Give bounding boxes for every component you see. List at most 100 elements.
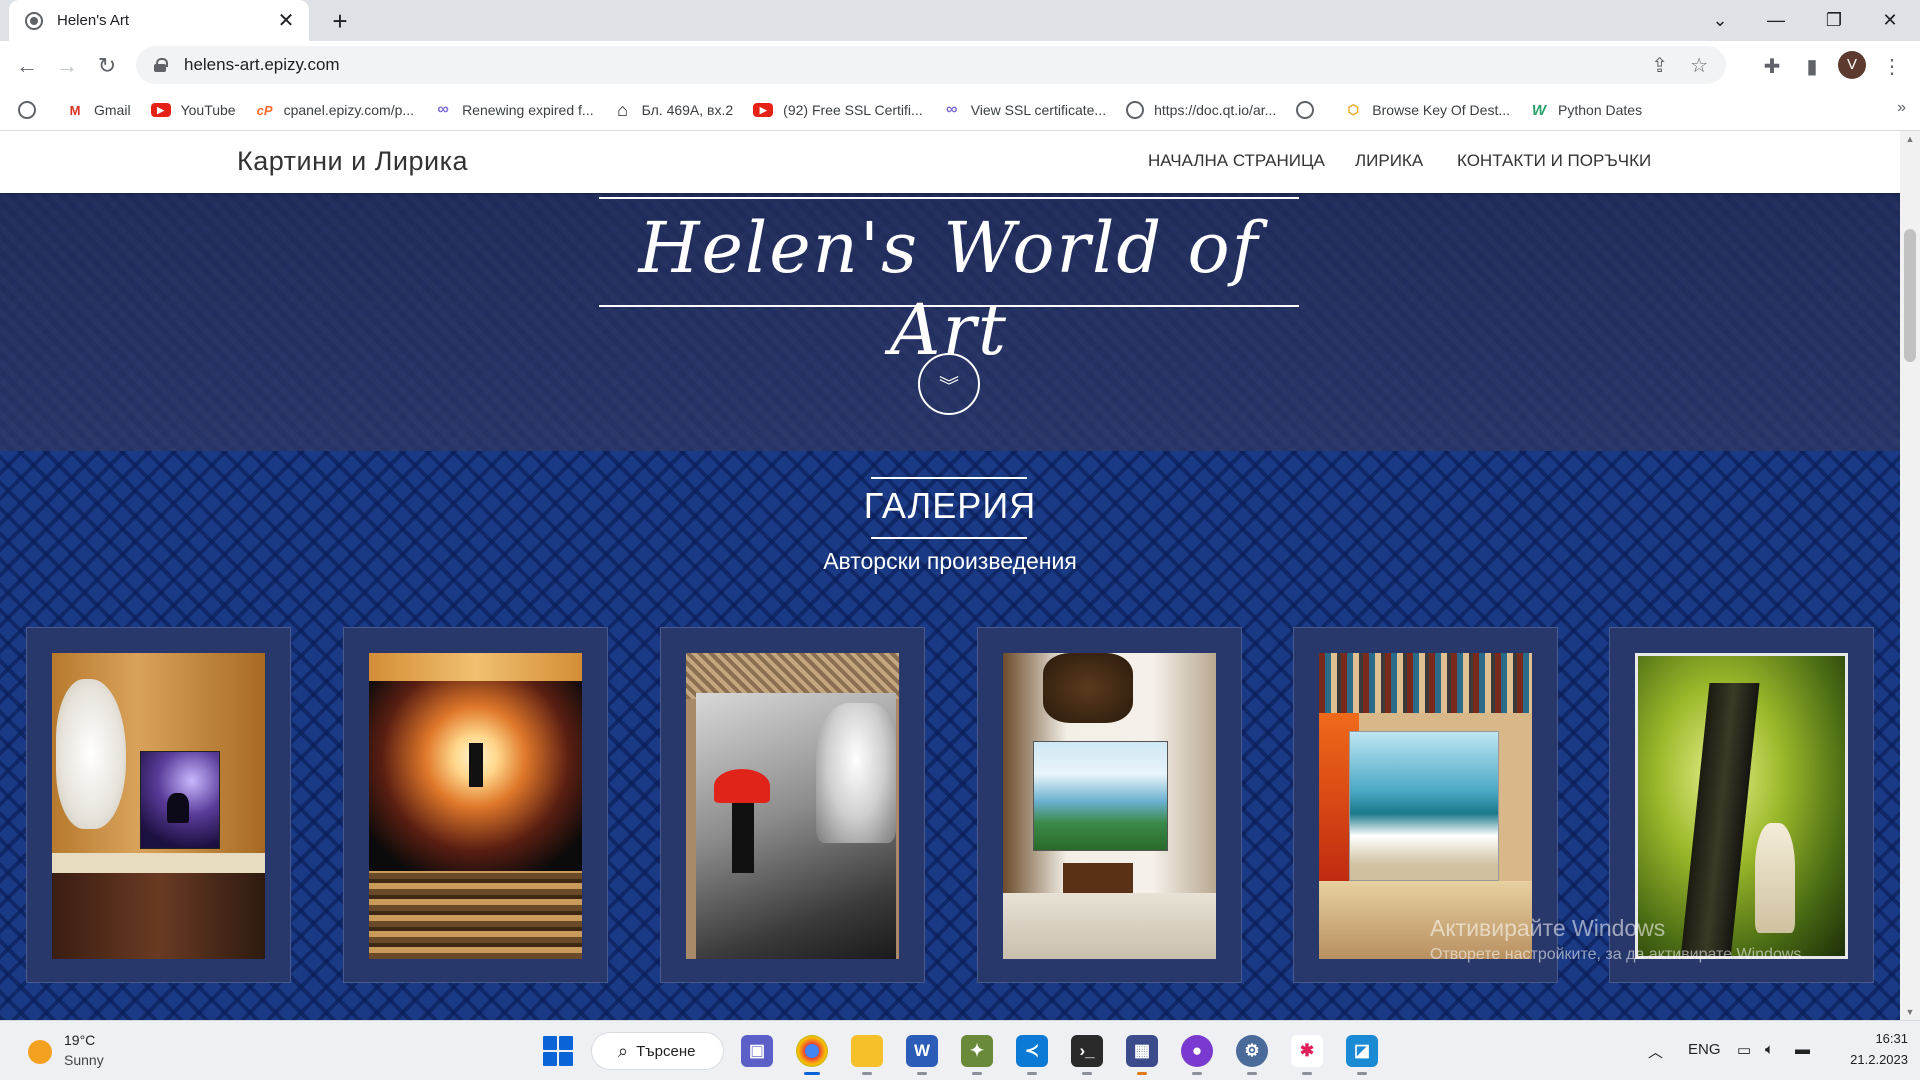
side-panel-icon[interactable]: ▮	[1795, 49, 1829, 83]
site-navbar: Картини и Лирика НАЧАЛНА СТРАНИЦА ЛИРИКА…	[0, 131, 1900, 193]
activation-title: Активирайте Windows	[1430, 915, 1666, 941]
cpanel-icon: cP	[256, 102, 273, 118]
nav-link-lyrics[interactable]: ЛИРИКА	[1355, 151, 1423, 171]
bookmark-python-dates[interactable]: W Python Dates	[1530, 101, 1642, 119]
page-scrollbar[interactable]: ▲ ▼	[1900, 131, 1920, 1020]
nav-link-contacts[interactable]: КОНТАКТИ И ПОРЪЧКИ	[1457, 151, 1651, 171]
teams-chat-icon[interactable]: ▣	[741, 1035, 773, 1067]
bookmark-home[interactable]: ⌂ Бл. 469А, вх.2	[614, 99, 733, 120]
gallery-card[interactable]	[26, 627, 291, 983]
youtube-icon: ▶	[150, 103, 171, 117]
gallery-photo-wave[interactable]	[1319, 653, 1532, 959]
start-button[interactable]	[543, 1036, 573, 1066]
gallery-photo-tree[interactable]	[1635, 653, 1848, 959]
vscode-icon[interactable]: ≺	[1016, 1035, 1048, 1075]
browser-tab[interactable]: Helen's Art ✕	[9, 0, 309, 41]
tab-search-button[interactable]: ⌄	[1692, 0, 1748, 41]
chrome-icon[interactable]	[796, 1035, 828, 1075]
taskbar-search[interactable]: ⌕ Търсене	[591, 1032, 724, 1070]
hero-title: Helen's World of Art	[638, 207, 1260, 371]
scroll-down-arrow[interactable]: ▼	[1900, 1004, 1920, 1020]
more-bookmarks-button[interactable]: »	[1897, 99, 1906, 117]
github-icon[interactable]: ●	[1181, 1035, 1213, 1075]
globe-icon	[1296, 101, 1315, 119]
scrollbar-thumb[interactable]	[1904, 229, 1916, 362]
address-bar[interactable]: helens-art.epizy.com ⇪ ☆	[136, 46, 1726, 84]
bookmark-browse-key[interactable]: ⬡ Browse Key Of Dest...	[1344, 101, 1510, 119]
gallery-card[interactable]	[660, 627, 925, 983]
language-indicator[interactable]: ENG	[1688, 1041, 1721, 1058]
home-icon: ⌂	[617, 99, 629, 120]
battery-icon[interactable]: ▬	[1795, 1041, 1810, 1058]
gallery-card[interactable]	[343, 627, 608, 983]
restore-button[interactable]: ❐	[1806, 0, 1862, 41]
globe-icon	[1126, 101, 1145, 119]
bookmark-item[interactable]	[18, 101, 46, 119]
bookmark-view-ssl[interactable]: ∞ View SSL certificate...	[943, 101, 1106, 119]
gallery-photo-lake[interactable]	[1003, 653, 1216, 959]
bookmarks-bar: M Gmail ▶ YouTube cP cpanel.epizy.com/p... …	[0, 90, 1920, 131]
w-icon: W	[1531, 101, 1547, 119]
gallery-top-rule	[871, 477, 1027, 479]
word-icon[interactable]: W	[906, 1035, 938, 1075]
weather-temperature[interactable]: 19°C	[64, 1032, 95, 1048]
bookmark-qt-docs[interactable]: https://doc.qt.io/ar...	[1126, 101, 1276, 119]
youtube-icon: ▶	[753, 103, 774, 117]
chevron-up-icon[interactable]: ︿	[1648, 1041, 1663, 1062]
activation-subtitle: Отворете настройките, за да активирате W…	[1430, 946, 1806, 963]
bookmark-youtube[interactable]: ▶ YouTube	[150, 102, 236, 118]
gallery-title: ГАЛЕРИЯ	[863, 485, 1037, 526]
scroll-down-button[interactable]: ︾	[918, 353, 980, 415]
photos-icon[interactable]: ◪	[1346, 1035, 1378, 1075]
network-icon[interactable]: ▭	[1737, 1041, 1751, 1059]
bookmark-ssl-video[interactable]: ▶ (92) Free SSL Certifi...	[753, 102, 923, 118]
extensions-icon[interactable]: ✚	[1755, 49, 1789, 83]
bookmark-star-icon[interactable]: ☆	[1690, 53, 1708, 78]
back-button[interactable]: ←	[10, 49, 44, 83]
bookmark-gmail[interactable]: M Gmail	[66, 101, 131, 119]
gallery-photo-wolf[interactable]	[52, 653, 265, 959]
profile-avatar[interactable]: V	[1838, 51, 1866, 79]
lock-icon[interactable]	[154, 58, 168, 72]
search-icon: ⌕	[618, 1040, 629, 1061]
close-window-button[interactable]: ✕	[1862, 0, 1918, 41]
infinity-icon: ∞	[437, 101, 449, 118]
reload-button[interactable]: ↻	[90, 49, 124, 83]
gallery-photo-deer[interactable]	[369, 653, 582, 959]
menu-icon[interactable]: ⋮	[1875, 49, 1909, 83]
forward-button[interactable]: →	[50, 49, 84, 83]
gallery-photo-umbrella[interactable]	[686, 653, 899, 959]
tab-strip: Helen's Art ✕ + ⌄ — ❐ ✕	[0, 0, 1920, 41]
volume-icon[interactable]: 🔈︎	[1765, 1041, 1774, 1058]
app-icon[interactable]: ✦	[961, 1035, 993, 1075]
search-label: Търсене	[636, 1042, 696, 1060]
file-explorer-icon[interactable]	[851, 1035, 883, 1075]
infinity-icon: ∞	[946, 101, 958, 118]
bookmark-item[interactable]	[1296, 101, 1324, 119]
bookmark-renewing[interactable]: ∞ Renewing expired f...	[434, 101, 593, 119]
globe-icon	[18, 101, 36, 119]
nav-link-home[interactable]: НАЧАЛНА СТРАНИЦА	[1148, 151, 1325, 171]
scroll-up-arrow[interactable]: ▲	[1900, 131, 1920, 147]
site-brand[interactable]: Картини и Лирика	[237, 146, 468, 177]
gmail-icon: M	[69, 102, 81, 118]
clock-date[interactable]: 21.2.2023	[1828, 1052, 1908, 1067]
slack-icon[interactable]: ✱	[1291, 1035, 1323, 1075]
clock-time[interactable]: 16:31	[1868, 1031, 1908, 1046]
bookmark-cpanel[interactable]: cP cpanel.epizy.com/p...	[256, 101, 414, 119]
gallery-card[interactable]	[977, 627, 1242, 983]
hero-top-rule	[599, 197, 1299, 199]
weather-description[interactable]: Sunny	[64, 1052, 104, 1068]
new-tab-button[interactable]: +	[325, 6, 355, 36]
minimize-button[interactable]: —	[1748, 0, 1804, 41]
terminal-icon[interactable]: ›_	[1071, 1035, 1103, 1075]
calendar-icon[interactable]: ▦	[1126, 1035, 1158, 1075]
close-tab-icon[interactable]: ✕	[275, 10, 297, 32]
url-text[interactable]: helens-art.epizy.com	[184, 55, 1629, 75]
hero-section: Helen's World of Art ︾	[0, 193, 1900, 451]
web-page: Картини и Лирика НАЧАЛНА СТРАНИЦА ЛИРИКА…	[0, 131, 1900, 1020]
sun-icon[interactable]	[28, 1040, 52, 1064]
gallery-subtitle: Авторски произведения	[823, 548, 1077, 574]
share-icon[interactable]: ⇪	[1651, 53, 1668, 78]
settings-gear-icon[interactable]: ⚙	[1236, 1035, 1268, 1075]
